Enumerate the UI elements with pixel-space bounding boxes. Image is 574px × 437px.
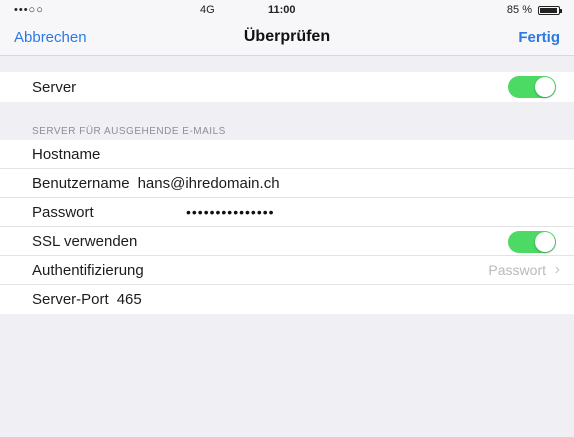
battery-icon	[538, 5, 562, 15]
password-field[interactable]: •••••••••••••••	[186, 204, 275, 220]
done-button[interactable]: Fertig	[518, 29, 560, 46]
authentication-value: Passwort	[488, 262, 546, 278]
server-toggle[interactable]	[508, 76, 556, 98]
chevron-right-icon: ›	[554, 261, 560, 278]
server-port-field[interactable]: 465	[117, 291, 142, 308]
settings-screen: •••○○ 4G 11:00 85 % Abbrechen Überprüfen…	[0, 0, 574, 437]
network-type: 4G	[200, 4, 215, 16]
ssl-toggle[interactable]	[508, 231, 556, 253]
section-header: SERVER FÜR AUSGEHENDE E-MAILS	[32, 126, 226, 137]
server-row[interactable]: Server	[0, 72, 574, 102]
server-group: Server	[0, 72, 574, 102]
outgoing-server-group: Hostname Benutzername hans@ihredomain.ch…	[0, 140, 574, 314]
password-row[interactable]: Passwort •••••••••••••••	[0, 198, 574, 227]
server-port-row[interactable]: Server-Port 465	[0, 285, 574, 314]
server-label: Server	[32, 78, 77, 96]
hostname-row[interactable]: Hostname	[0, 140, 574, 169]
username-label: Benutzername	[32, 174, 130, 192]
username-field[interactable]: hans@ihredomain.ch	[138, 175, 280, 192]
ssl-label: SSL verwenden	[32, 232, 138, 250]
ssl-row[interactable]: SSL verwenden	[0, 227, 574, 256]
username-row[interactable]: Benutzername hans@ihredomain.ch	[0, 169, 574, 198]
page-title: Überprüfen	[243, 28, 331, 45]
authentication-row[interactable]: Authentifizierung Passwort ›	[0, 256, 574, 285]
navigation-bar: Abbrechen Überprüfen Fertig	[0, 20, 574, 56]
status-bar: •••○○ 4G 11:00 85 %	[0, 0, 574, 20]
clock: 11:00	[268, 4, 296, 16]
signal-strength: •••○○	[14, 4, 44, 16]
authentication-label: Authentifizierung	[32, 261, 144, 279]
hostname-label: Hostname	[32, 145, 101, 163]
password-label: Passwort	[32, 203, 94, 221]
server-port-label: Server-Port	[32, 291, 109, 308]
status-right: 85 %	[506, 4, 562, 16]
battery-percent: 85 %	[506, 4, 532, 16]
